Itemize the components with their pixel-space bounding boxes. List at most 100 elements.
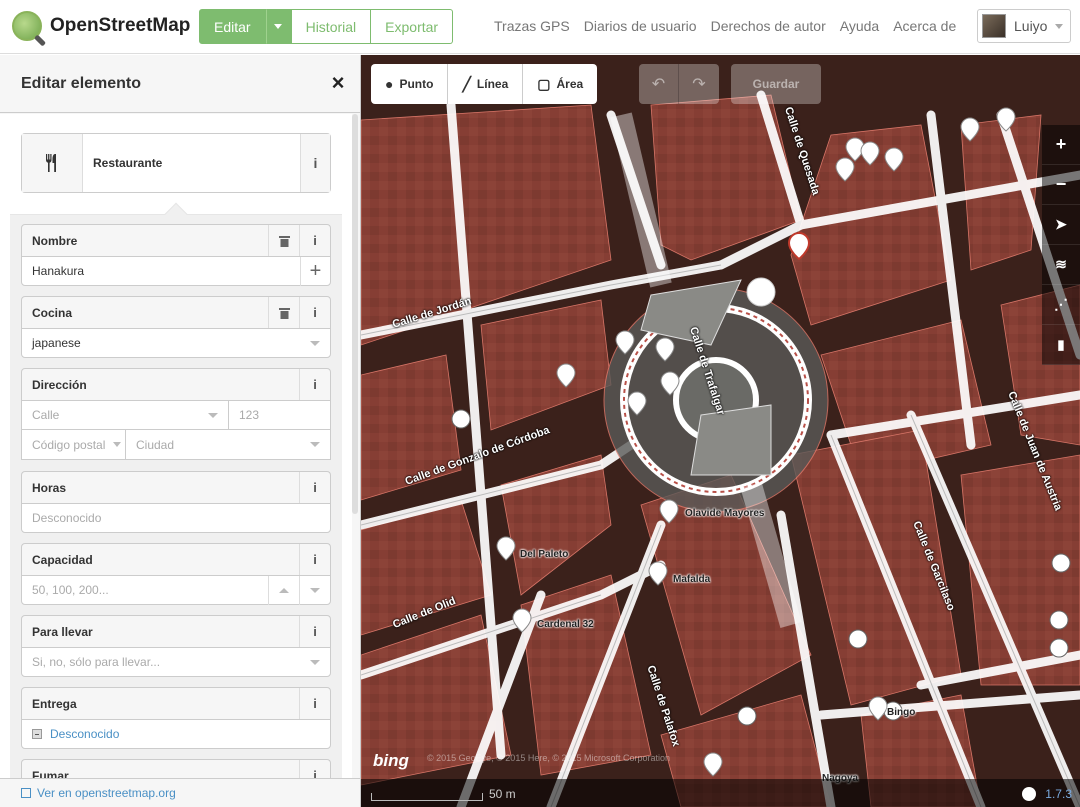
add-line-button[interactable]: ╱ Línea (448, 64, 524, 104)
redo-button[interactable]: ↷ (679, 64, 719, 104)
poi-label[interactable]: Bingo (887, 707, 915, 718)
area-icon: ▢ (537, 75, 551, 92)
info-icon[interactable]: i (299, 688, 330, 719)
nav-about[interactable]: Acerca de (893, 18, 956, 34)
housenumber-input[interactable]: 123 (229, 408, 330, 422)
add-line-label: Línea (476, 77, 509, 91)
scale-label: 50 m (489, 787, 516, 801)
city-input[interactable]: Ciudad (126, 438, 330, 452)
info-icon[interactable]: i (299, 297, 330, 328)
map-data-button[interactable]: ⋰ (1042, 285, 1080, 325)
zoom-in-button[interactable]: + (1042, 125, 1080, 165)
version-label[interactable]: 1.7.3 (1045, 787, 1072, 801)
save-button[interactable]: Guardar (731, 64, 821, 104)
nav-help[interactable]: Ayuda (840, 18, 879, 34)
sidebar-body: Restaurante i Nombre i Hanakura + Cocina… (0, 114, 352, 778)
chevron-down-icon[interactable] (300, 340, 330, 346)
checkbox-icon[interactable] (32, 729, 42, 739)
info-icon[interactable]: i (300, 134, 330, 192)
history-button[interactable]: Historial (290, 9, 372, 44)
postcode-input[interactable]: Código postal (22, 430, 126, 459)
street-placeholder: Calle (32, 408, 60, 422)
geolocate-button[interactable]: ➤ (1042, 205, 1080, 245)
info-icon[interactable]: i (299, 472, 330, 503)
decrement-button[interactable] (299, 575, 330, 605)
book-icon: ▮ (1057, 336, 1065, 352)
map-imagery (361, 55, 1080, 807)
edit-button[interactable]: Editar (199, 9, 266, 44)
delivery-checkbox[interactable]: Desconocido (21, 719, 331, 749)
increment-button[interactable] (268, 575, 299, 605)
info-icon[interactable]: i (299, 616, 330, 647)
edit-dropdown-button[interactable] (265, 9, 291, 44)
field-label: Entrega i (21, 687, 331, 719)
add-point-button[interactable]: ● Punto (371, 64, 449, 104)
takeaway-combo[interactable]: Si, no, sólo para llevar... (21, 647, 331, 677)
minus-icon: − (1055, 174, 1067, 194)
poi-label[interactable]: Cardenal 32 (537, 619, 594, 630)
preset-selector[interactable]: Restaurante i (21, 133, 331, 193)
point-icon: ● (385, 76, 394, 92)
delivery-value: Desconocido (50, 727, 120, 741)
cuisine-combo[interactable]: japanese (21, 328, 331, 358)
avatar (982, 14, 1006, 38)
chevron-down-icon[interactable] (198, 412, 228, 418)
export-button[interactable]: Exportar (371, 9, 454, 44)
field-direccion: Dirección i Calle 123 Código postal Ciud… (21, 368, 331, 460)
external-link-icon (21, 788, 31, 798)
field-label: Dirección i (21, 368, 331, 400)
poi-label[interactable]: Olavide Mayores (685, 508, 764, 519)
add-area-label: Área (556, 77, 584, 91)
plus-icon: + (1055, 134, 1067, 154)
capacity-input[interactable]: 50, 100, 200... (21, 575, 331, 605)
view-on-osm-link[interactable]: Ver en openstreetmap.org (37, 786, 176, 800)
zoom-out-button[interactable]: − (1042, 165, 1080, 205)
info-icon[interactable]: i (299, 369, 330, 400)
logo-text: OpenStreetMap (50, 15, 191, 36)
capacity-placeholder: 50, 100, 200... (32, 583, 109, 597)
osm-logo-icon (12, 11, 42, 41)
map-canvas[interactable]: Calle de Jordán Calle de Gonzalo de Córd… (361, 55, 1080, 807)
user-name: Luiyo (1014, 18, 1048, 34)
hours-placeholder: Desconocido (32, 511, 102, 525)
poi-label[interactable]: Del Paleto (520, 549, 568, 560)
nav-user-diaries[interactable]: Diarios de usuario (584, 18, 697, 34)
field-cocina: Cocina i japanese (21, 296, 331, 358)
logo[interactable]: OpenStreetMap (12, 10, 190, 42)
street-input[interactable]: Calle (22, 401, 229, 429)
info-icon[interactable]: i (299, 225, 330, 256)
postcode-placeholder: Código postal (32, 437, 106, 452)
close-icon[interactable]: × (328, 72, 348, 94)
field-label: Fumar i (21, 759, 331, 778)
takeaway-placeholder: Si, no, sólo para llevar... (32, 655, 161, 669)
chevron-down-icon (310, 587, 320, 593)
bing-logo: bing (373, 751, 409, 770)
undo-button[interactable]: ↶ (639, 64, 679, 104)
chevron-down-icon[interactable] (300, 659, 330, 665)
chevron-down-icon[interactable] (300, 442, 330, 447)
nav-copyright[interactable]: Derechos de autor (711, 18, 826, 34)
nav-gps-traces[interactable]: Trazas GPS (494, 18, 570, 34)
add-icon[interactable]: + (300, 256, 330, 286)
info-icon[interactable]: i (299, 544, 330, 575)
poi-label[interactable]: Mafalda (673, 574, 710, 585)
hours-input[interactable]: Desconocido (21, 503, 331, 533)
preset-label: Restaurante (93, 156, 163, 170)
field-label: Nombre i (21, 224, 331, 256)
user-menu-button[interactable]: Luiyo (977, 9, 1071, 43)
trash-icon[interactable] (268, 297, 299, 328)
field-label-text: Nombre (32, 233, 78, 248)
add-area-button[interactable]: ▢ Área (523, 64, 598, 104)
name-input[interactable]: Hanakura + (21, 256, 331, 286)
help-button[interactable]: ▮ (1042, 325, 1080, 365)
undo-icon: ↶ (651, 76, 666, 93)
chevron-up-icon (279, 587, 289, 593)
scale-bar[interactable] (371, 793, 483, 801)
sidebar-scrollbar[interactable] (352, 114, 358, 514)
bug-icon[interactable] (1022, 787, 1036, 801)
background-button[interactable]: ≋ (1042, 245, 1080, 285)
field-label-text: Entrega (32, 696, 77, 711)
trash-icon[interactable] (268, 225, 299, 256)
info-icon[interactable]: i (299, 760, 330, 778)
chevron-down-icon (1055, 23, 1064, 29)
